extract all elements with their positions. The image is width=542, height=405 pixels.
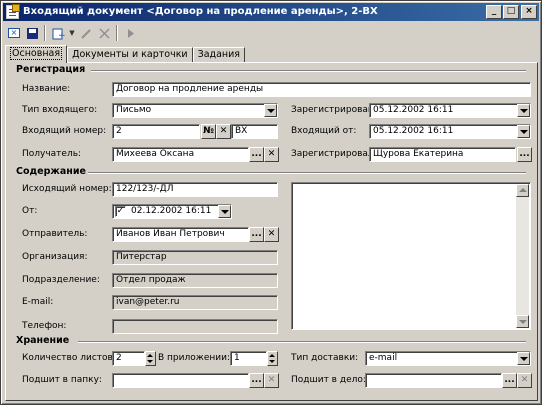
from-date-dropdown-button[interactable] (218, 205, 231, 218)
delivery-type-select[interactable]: e-mail (365, 351, 531, 366)
registration-section-title: Регистрация (16, 64, 86, 75)
fit-window-button[interactable]: × (5, 24, 23, 42)
window-controls: _ □ × (485, 5, 537, 19)
from-date-label: От: (22, 206, 38, 216)
incoming-type-label: Тип входящего: (22, 105, 98, 115)
tab-strip: Основная Документы и карточки Задания (5, 45, 246, 63)
department-label: Подразделение: (22, 275, 100, 285)
tab-main[interactable]: Основная (5, 45, 68, 63)
name-label: Название: (22, 84, 71, 94)
email-label: E-mail: (22, 297, 54, 307)
sender-select-button[interactable]: ... (249, 227, 264, 242)
email-field: ivan@peter.ru (112, 295, 278, 310)
name-field[interactable]: Договор на продление аренды (112, 82, 531, 97)
tab-main-label: Основная (10, 47, 63, 60)
sender-label: Отправитель: (22, 229, 88, 239)
pencil-icon (80, 28, 91, 39)
clear-number-button[interactable]: ✕ (216, 124, 231, 139)
next-button[interactable] (121, 24, 139, 42)
incoming-number-suffix-field[interactable]: ВХ (231, 124, 278, 139)
outgoing-number-label: Исходящий номер: (22, 184, 112, 194)
recipient-field[interactable]: Михеева Оксана (112, 147, 249, 162)
phone-label: Телефон: (22, 321, 67, 331)
registered-by-field[interactable]: Щурова Екатерина (369, 147, 516, 162)
maximize-button[interactable]: □ (503, 5, 519, 19)
organization-field: Питерстар (112, 250, 278, 265)
section-divider (88, 172, 526, 174)
content-section-title: Содержание (16, 166, 86, 177)
content-memo[interactable] (291, 182, 531, 330)
recipient-label: Получатель: (22, 149, 82, 159)
registered-date-field[interactable]: 05.12.2002 16:11 (369, 103, 531, 118)
filed-folder-select-button[interactable]: ... (249, 373, 264, 388)
filed-case-select-button[interactable]: ... (502, 373, 517, 388)
delivery-type-dropdown-button[interactable] (517, 352, 530, 365)
incoming-from-date-field[interactable]: 05.12.2002 16:11 (369, 124, 531, 139)
incoming-type-dropdown-button[interactable] (264, 104, 277, 117)
sheet-count-field[interactable]: 2 (112, 351, 145, 366)
organization-label: Организация: (22, 252, 88, 262)
outgoing-number-field[interactable]: 122/123/-ДЛ (112, 182, 278, 197)
attachments-spinner[interactable] (267, 351, 278, 366)
recipient-select-button[interactable]: ... (249, 147, 264, 162)
section-divider (91, 70, 526, 72)
toolbar-separator (44, 25, 46, 41)
registered-date-dropdown-button[interactable] (517, 104, 530, 117)
filed-folder-label: Подшит в папку: (22, 375, 102, 385)
delivery-type-label: Тип доставки: (291, 353, 359, 363)
main-tab-panel: Регистрация Название: Договор на продлен… (5, 62, 538, 401)
new-document-dropdown[interactable]: ▼ (67, 24, 77, 42)
play-icon (127, 28, 134, 38)
recipient-clear-button[interactable]: ✕ (264, 147, 279, 162)
incoming-number-label: Входящий номер: (22, 126, 107, 136)
scroll-down-button[interactable] (516, 315, 529, 328)
filed-case-label: Подшит в дело: (291, 375, 366, 385)
save-icon (26, 27, 38, 39)
filed-case-field[interactable] (365, 373, 502, 388)
incoming-number-field[interactable]: 2 (112, 124, 200, 139)
attachments-label: В приложении: (158, 353, 230, 363)
incoming-from-dropdown-button[interactable] (517, 125, 530, 138)
new-document-button[interactable]: + (49, 24, 67, 42)
minimize-button[interactable]: _ (486, 5, 502, 19)
title-bar: Входящий документ <Договор на продление … (3, 3, 539, 21)
phone-field (112, 319, 278, 334)
storage-section-title: Хранение (16, 335, 70, 346)
filed-folder-field[interactable] (112, 373, 249, 388)
document-icon (6, 4, 20, 19)
registered-by-label: Зарегистрировал: (291, 149, 377, 159)
close-button[interactable]: × (521, 5, 537, 19)
from-date-checkbox[interactable]: ✓ (115, 206, 126, 217)
save-button[interactable] (23, 24, 41, 42)
svg-text:+: + (58, 31, 65, 40)
tab-tasks[interactable]: Задания (192, 47, 246, 63)
from-date-field[interactable]: 02.12.2002 16:11 (112, 204, 232, 219)
section-divider (78, 341, 526, 343)
tab-documents-cards[interactable]: Документы и карточки (67, 47, 193, 63)
window-title: Входящий документ <Договор на продление … (23, 6, 378, 17)
filed-case-clear-button[interactable]: ✕ (517, 373, 532, 388)
scroll-up-button[interactable] (516, 184, 529, 197)
sheet-count-label: Количество листов: (22, 353, 116, 363)
filed-folder-clear-button[interactable]: ✕ (264, 373, 279, 388)
incoming-type-select[interactable]: Письмо (112, 103, 278, 118)
department-field: Отдел продаж (112, 273, 278, 288)
toolbar: × + ▼ (5, 23, 139, 43)
sender-field[interactable]: Иванов Иван Петрович (112, 227, 249, 242)
edit-button[interactable] (77, 24, 95, 42)
sheet-count-spinner[interactable] (145, 351, 156, 366)
registered-label: Зарегистрирован: (291, 105, 377, 115)
number-sign-button[interactable]: № (201, 124, 216, 139)
delete-icon (98, 27, 110, 39)
incoming-from-label: Входящий от: (291, 126, 357, 136)
fit-window-icon: × (8, 28, 20, 38)
new-document-icon: + (52, 28, 65, 40)
memo-scrollbar[interactable] (516, 184, 529, 328)
document-window: Входящий документ <Договор на продление … (0, 0, 542, 405)
attachments-field[interactable]: 1 (230, 351, 267, 366)
sender-clear-button[interactable]: ✕ (264, 227, 279, 242)
registered-by-select-button[interactable]: ... (517, 147, 532, 162)
toolbar-separator (116, 25, 118, 41)
delete-button[interactable] (95, 24, 113, 42)
